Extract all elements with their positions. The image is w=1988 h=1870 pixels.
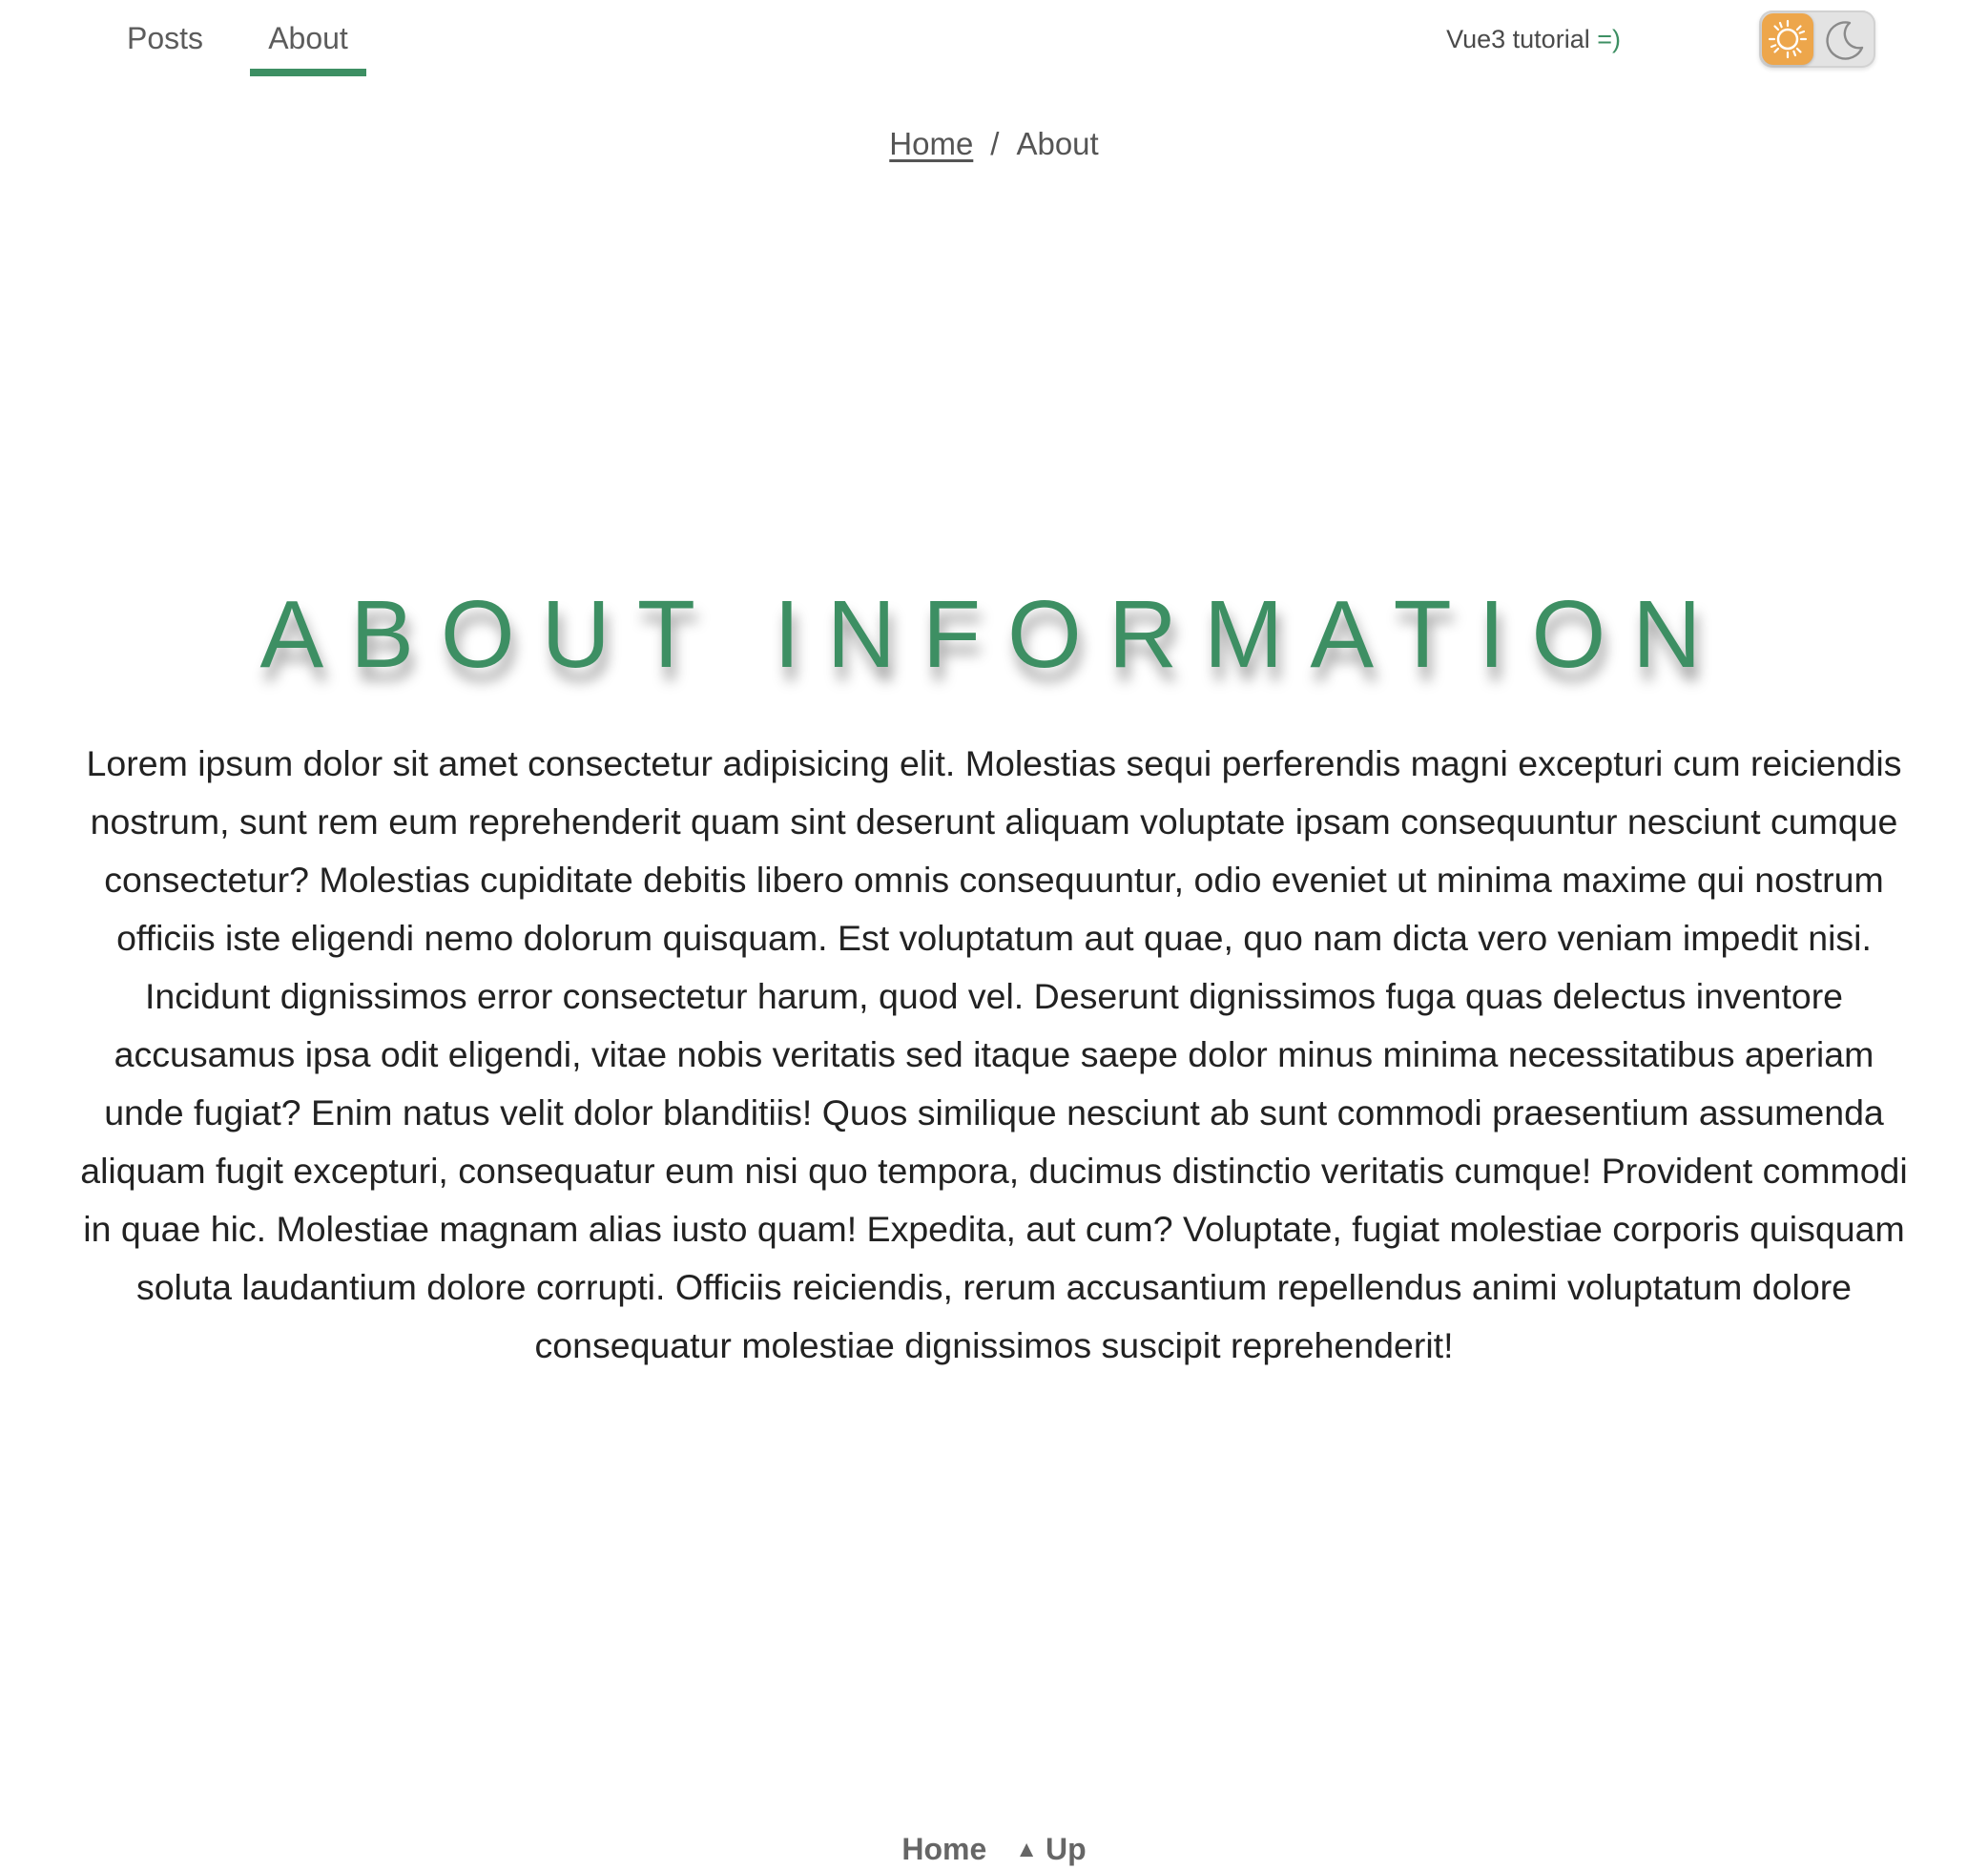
brand-label: Vue3 tutorial =) [1446, 25, 1621, 54]
breadcrumb: Home / About [0, 126, 1988, 162]
triangle-up-icon: ▲ [1015, 1836, 1038, 1862]
brand-smile: =) [1597, 25, 1621, 53]
theme-toggle[interactable] [1759, 10, 1875, 68]
brand-text: Vue3 tutorial [1446, 25, 1590, 53]
moon-icon [1820, 16, 1868, 64]
tab-about[interactable]: About [250, 0, 366, 76]
breadcrumb-home-link[interactable]: Home [889, 126, 973, 162]
tab-posts[interactable]: Posts [114, 0, 216, 76]
scroll-up-button[interactable]: ▲ Up [1015, 1832, 1086, 1867]
toggle-knob [1762, 13, 1813, 65]
top-navigation: Posts About Vue3 tutorial =) [0, 0, 1988, 78]
sun-icon [1768, 19, 1808, 59]
breadcrumb-separator: / [990, 126, 1000, 161]
footer-home-link[interactable]: Home [901, 1832, 986, 1867]
breadcrumb-current: About [1016, 126, 1099, 161]
footer: Home ▲ Up [0, 1832, 1988, 1867]
scroll-up-label: Up [1046, 1832, 1087, 1866]
about-page: Posts About Vue3 tutorial =) Home / Abou… [0, 0, 1988, 1870]
about-body-text: Lorem ipsum dolor sit amet consectetur a… [80, 743, 1908, 1365]
page-title: ABOUT INFORMATION [259, 581, 1729, 688]
